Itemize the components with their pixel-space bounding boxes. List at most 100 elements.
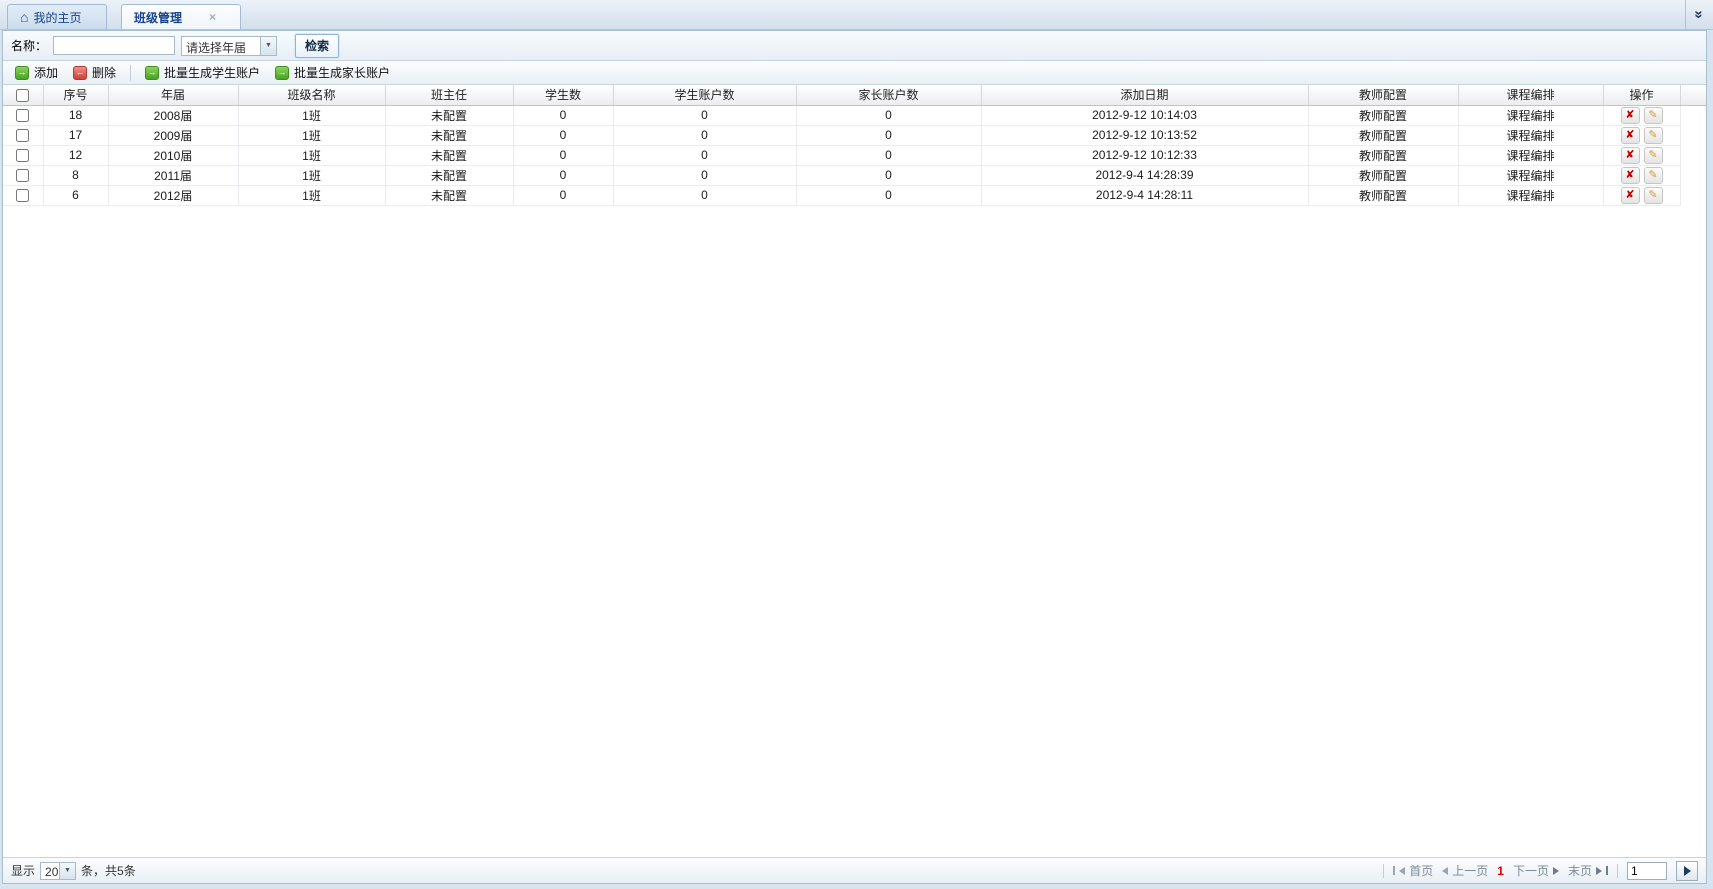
cell-added: 2012-9-4 14:28:39 [981, 165, 1309, 186]
double-chevron-down-icon: » [1691, 10, 1708, 19]
cell-parent-accounts: 0 [796, 165, 982, 186]
cell-teacher-config[interactable]: 教师配置 [1308, 185, 1459, 206]
home-icon: ⌂ [20, 9, 29, 25]
row-checkbox[interactable] [16, 169, 30, 183]
cell-parent-accounts: 0 [796, 145, 982, 166]
add-label: 添加 [34, 66, 59, 80]
tab-bar: ⌂ 我的主页 班级管理 × » [0, 0, 1713, 30]
row-filler-cell [1680, 185, 1706, 205]
prev-page-button[interactable]: 上一页 [1442, 862, 1488, 879]
cell-class-name: 1班 [238, 125, 386, 146]
tab-label: 班级管理 [134, 10, 183, 25]
year-combo[interactable]: 请选择年届 ▼ [181, 35, 278, 56]
cell-teacher-config[interactable]: 教师配置 [1308, 145, 1459, 166]
delete-button[interactable]: ← 删除 [67, 62, 122, 83]
pager-left: 显示 20 ▼ 条，共5条 [11, 861, 136, 880]
edit-row-button[interactable]: ✎ [1643, 146, 1663, 164]
cell-course-schedule[interactable]: 课程编排 [1458, 165, 1604, 186]
batch-student-accounts-button[interactable]: → 批量生成学生账户 [139, 62, 266, 83]
cell-course-schedule[interactable]: 课程编排 [1458, 145, 1604, 166]
cell-course-schedule[interactable]: 课程编排 [1458, 105, 1604, 126]
cell-added: 2012-9-12 10:12:33 [981, 145, 1309, 166]
header-year: 年届 [108, 85, 239, 106]
cell-year: 2012届 [108, 185, 239, 206]
delete-row-button[interactable]: ✘ [1620, 186, 1640, 204]
table-row: 8 2011届 1班 未配置 0 0 0 2012-9-4 14:28:39 教师配置 课程编排 … [3, 165, 1706, 186]
cell-year: 2011届 [108, 165, 239, 186]
header-class-name: 班级名称 [238, 85, 386, 106]
row-actions-cell: ✘ ✎ [1603, 165, 1681, 186]
cell-teacher-config[interactable]: 教师配置 [1308, 105, 1459, 126]
cell-course-schedule[interactable]: 课程编排 [1458, 185, 1604, 206]
header-teacher-config: 教师配置 [1308, 85, 1459, 106]
edit-row-button[interactable]: ✎ [1643, 166, 1663, 184]
name-label: 名称： [11, 39, 48, 53]
select-all-checkbox[interactable] [16, 88, 30, 102]
edit-pencil-icon: ✎ [1648, 128, 1658, 141]
pager-separator [1617, 863, 1618, 878]
name-input[interactable] [53, 36, 176, 55]
cell-course-schedule[interactable]: 课程编排 [1458, 125, 1604, 146]
delete-row-button[interactable]: ✘ [1620, 166, 1640, 184]
row-actions-cell: ✘ ✎ [1603, 185, 1681, 206]
cell-year: 2010届 [108, 145, 239, 166]
cell-class-name: 1班 [238, 145, 386, 166]
row-checkbox-cell [3, 165, 44, 186]
table-row: 18 2008届 1班 未配置 0 0 0 2012-9-12 10:14:03 教师配置 课程编… [3, 105, 1706, 126]
delete-x-icon: ✘ [1625, 108, 1635, 121]
cell-seq: 8 [43, 165, 109, 186]
row-actions-cell: ✘ ✎ [1603, 125, 1681, 146]
delete-label: 删除 [92, 66, 117, 80]
search-button[interactable]: 检索 [295, 33, 340, 58]
edit-pencil-icon: ✎ [1648, 168, 1658, 181]
row-checkbox[interactable] [16, 109, 30, 123]
delete-row-button[interactable]: ✘ [1620, 146, 1640, 164]
delete-row-button[interactable]: ✘ [1620, 106, 1640, 124]
cell-students: 0 [513, 185, 614, 206]
delete-x-icon: ✘ [1625, 168, 1635, 181]
cell-seq: 18 [43, 105, 109, 126]
page: ⌂ 我的主页 班级管理 × » 名称： 请选择年届 ▼ 检索 → 添加 ← 删除… [0, 0, 1713, 889]
row-checkbox[interactable] [16, 149, 30, 163]
current-page-number: 1 [1497, 863, 1504, 878]
next-page-button[interactable]: 下一页 [1513, 862, 1559, 879]
cell-head-teacher: 未配置 [385, 145, 514, 166]
cell-teacher-config[interactable]: 教师配置 [1308, 165, 1459, 186]
row-checkbox[interactable] [16, 189, 30, 203]
chevron-down-icon[interactable]: ▼ [59, 862, 76, 879]
cell-parent-accounts: 0 [796, 105, 982, 126]
page-size-select[interactable]: 20 ▼ [40, 861, 77, 880]
close-icon[interactable]: × [209, 11, 216, 23]
tab-class-management[interactable]: 班级管理 × [121, 4, 241, 29]
grid: 序号 年届 班级名称 班主任 学生数 学生账户数 家长账户数 添加日期 教师配置… [3, 85, 1706, 857]
cell-students: 0 [513, 125, 614, 146]
cell-teacher-config[interactable]: 教师配置 [1308, 125, 1459, 146]
cell-head-teacher: 未配置 [385, 165, 514, 186]
chevron-down-icon[interactable]: ▼ [260, 36, 277, 55]
edit-row-button[interactable]: ✎ [1643, 126, 1663, 144]
edit-row-button[interactable]: ✎ [1643, 106, 1663, 124]
cell-seq: 12 [43, 145, 109, 166]
go-to-page-button[interactable] [1676, 860, 1698, 881]
cell-student-accounts: 0 [613, 145, 797, 166]
cell-students: 0 [513, 105, 614, 126]
last-page-button[interactable]: 末页 [1568, 862, 1608, 879]
cell-student-accounts: 0 [613, 165, 797, 186]
first-page-button[interactable]: 首页 [1393, 862, 1433, 879]
cell-year: 2009届 [108, 125, 239, 146]
page-number-input[interactable] [1627, 861, 1667, 880]
header-course-schedule: 课程编排 [1458, 85, 1604, 106]
edit-row-button[interactable]: ✎ [1643, 186, 1663, 204]
table-body: 18 2008届 1班 未配置 0 0 0 2012-9-12 10:14:03 教师配置 课程编… [3, 105, 1706, 206]
tab-my-home[interactable]: ⌂ 我的主页 [7, 4, 107, 29]
cell-students: 0 [513, 165, 614, 186]
cell-students: 0 [513, 145, 614, 166]
first-page-icon [1393, 866, 1396, 875]
delete-row-button[interactable]: ✘ [1620, 126, 1640, 144]
add-button[interactable]: → 添加 [9, 62, 64, 83]
batch-parent-accounts-button[interactable]: → 批量生成家长账户 [269, 62, 396, 83]
row-checkbox[interactable] [16, 129, 30, 143]
page-size-value: 20 [45, 864, 59, 879]
tab-overflow-button[interactable]: » [1685, 0, 1713, 29]
tab-label: 我的主页 [33, 10, 82, 25]
